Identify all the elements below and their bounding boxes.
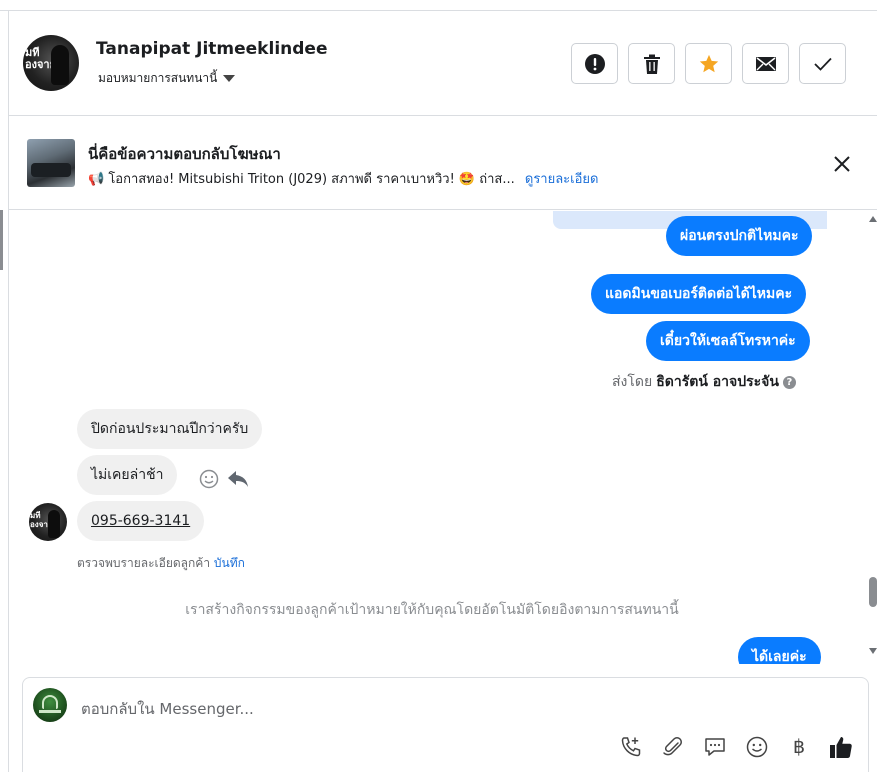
phone-plus-icon (621, 737, 641, 757)
scrollbar-thumb[interactable] (869, 577, 877, 607)
incoming-message[interactable]: ไม่เคยล่าช้า (77, 455, 178, 495)
left-scroll-indicator[interactable] (0, 210, 3, 270)
conversation-panel: มที องจาย Tanapipat Jitmeeklindee มอบหมาย… (0, 0, 877, 772)
call-button[interactable] (618, 734, 644, 760)
composer-toolbar: ฿ (618, 734, 854, 760)
system-message: เราสร้างกิจกรรมของลูกค้าเป้าหมายให้กับคุ… (185, 602, 679, 618)
conversation-header: มที องจาย Tanapipat Jitmeeklindee มอบหมาย… (9, 11, 877, 116)
baht-icon: ฿ (792, 736, 806, 758)
mark-unread-button[interactable] (742, 43, 789, 84)
star-button[interactable] (685, 43, 732, 84)
close-icon[interactable] (831, 153, 853, 175)
car-shape (31, 163, 71, 177)
trash-icon (643, 54, 660, 74)
view-details-link[interactable]: ดูรายละเอียด (525, 172, 599, 187)
message-composer: ตอบกลับใน Messenger... ฿ (22, 677, 869, 772)
alert-circle-icon (584, 53, 605, 74)
detect-text: ตรวจพบรายละเอียดลูกค้า (77, 556, 211, 570)
reply-icon[interactable] (227, 469, 249, 489)
outgoing-message[interactable]: ได้เลยค่ะ (738, 637, 821, 664)
ad-description: 📢 โอกาสทอง! Mitsubishi Triton (J029) สภา… (88, 168, 598, 189)
header-actions (571, 43, 846, 84)
spam-button[interactable] (571, 43, 618, 84)
outgoing-message[interactable]: เดี๋ยวให้เซลล์โทรหาค่ะ (646, 321, 810, 361)
sent-by-prefix: ส่งโดย (612, 374, 653, 390)
incoming-message[interactable]: 095-669-3141 (77, 501, 205, 541)
contact-avatar[interactable]: มที องจาย (23, 35, 79, 91)
chat-bubble-icon (705, 738, 725, 756)
star-icon (699, 54, 718, 72)
ad-reply-banner: นี่คือข้อความตอบกลับโฆษณา 📢 โอกาสทอง! Mi… (9, 117, 877, 210)
outgoing-message[interactable]: ผ่อนตรงปกติไหมคะ (666, 216, 813, 256)
ad-reply-title: นี่คือข้อความตอบกลับโฆษณา (88, 145, 281, 163)
mark-done-button[interactable] (799, 43, 846, 84)
phone-number-link[interactable]: 095-669-3141 (91, 513, 190, 529)
assign-conversation-dropdown[interactable]: มอบหมายการสนทนานี้ (98, 69, 236, 88)
delete-button[interactable] (628, 43, 675, 84)
avatar-figure (48, 510, 60, 538)
save-details-link[interactable]: บันทึก (214, 556, 245, 570)
like-button[interactable] (828, 734, 854, 760)
assign-label: มอบหมายการสนทนานี้ (98, 71, 218, 85)
check-icon (813, 57, 832, 71)
emoji-icon (746, 736, 768, 758)
customer-details-detected: ตรวจพบรายละเอียดลูกค้า บันทึก (77, 554, 245, 573)
attach-button[interactable] (660, 734, 686, 760)
page-logo-bar (39, 710, 61, 713)
caret-down-icon (223, 75, 236, 82)
incoming-message[interactable]: ปิดก่อนประมาณปีกว่าครับ (77, 409, 263, 449)
message-thread[interactable]: ผ่อนตรงปกติไหมคะ แอดมินขอเบอร์ติดต่อได้ไ… (9, 211, 867, 664)
message-actions (199, 469, 249, 489)
ad-thumbnail[interactable] (27, 139, 75, 187)
paperclip-icon (663, 736, 683, 756)
outgoing-message[interactable]: แอดมินขอเบอร์ติดต่อได้ไหมคะ (591, 274, 807, 314)
saved-replies-button[interactable] (702, 734, 728, 760)
help-icon[interactable]: ? (782, 375, 796, 389)
scroll-down-arrow-icon[interactable] (869, 648, 877, 654)
contact-avatar-small[interactable]: มที องจาย (29, 503, 67, 541)
avatar-figure (51, 45, 69, 85)
ad-description-text: 📢 โอกาสทอง! Mitsubishi Triton (J029) สภา… (88, 172, 515, 187)
emoji-button[interactable] (744, 734, 770, 760)
page-avatar (33, 688, 67, 722)
mail-icon (755, 56, 776, 71)
reply-input[interactable]: ตอบกลับใน Messenger... (81, 697, 254, 721)
payment-button[interactable]: ฿ (786, 734, 812, 760)
sender-name: ธิดารัตน์ อาจประจัน (656, 374, 779, 390)
thumbs-up-icon (830, 737, 852, 758)
scroll-up-arrow-icon[interactable] (869, 216, 877, 222)
contact-name[interactable]: Tanapipat Jitmeeklindee (96, 39, 327, 59)
emoji-react-icon[interactable] (199, 469, 219, 489)
sent-by-label: ส่งโดย ธิดารัตน์ อาจประจัน ? (612, 371, 796, 393)
page-logo-icon (42, 695, 58, 709)
